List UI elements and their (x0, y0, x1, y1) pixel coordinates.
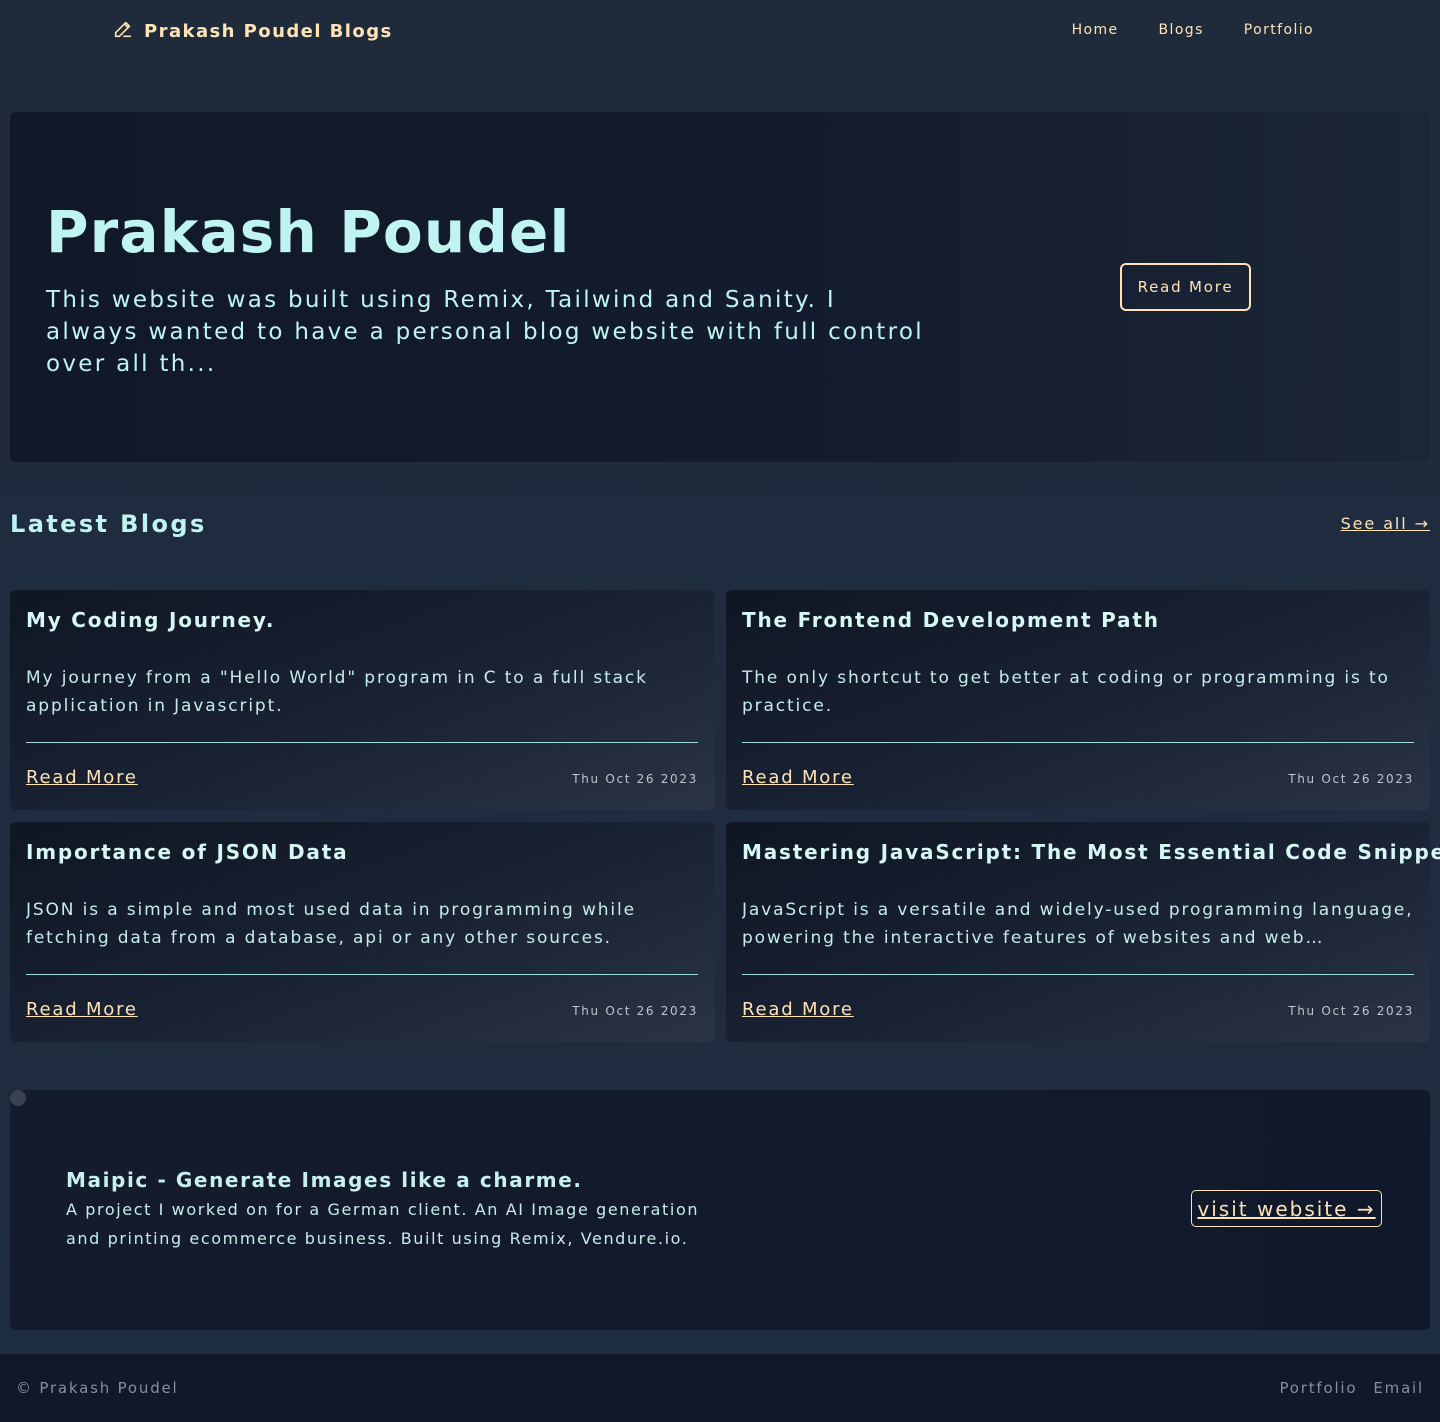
project-title: Maipic - Generate Images like a charme. (66, 1168, 583, 1192)
blog-card[interactable]: Importance of JSON Data JSON is a simple… (10, 822, 714, 1042)
brand-name: Prakash Poudel Blogs (144, 21, 393, 42)
broken-image-icon (10, 1090, 26, 1106)
blog-card-date: Thu Oct 26 2023 (1288, 1004, 1414, 1018)
visit-website-button[interactable]: visit website → (1191, 1190, 1382, 1227)
top-navbar: Prakash Poudel Blogs Home Blogs Portfoli… (0, 0, 1440, 64)
footer-links: Portfolio Email (1279, 1379, 1424, 1397)
footer: © Prakash Poudel Portfolio Email (0, 1354, 1440, 1422)
hero-description: This website was built using Remix, Tail… (46, 287, 924, 377)
blog-card-divider (742, 974, 1414, 975)
blog-card-title: Importance of JSON Data (26, 840, 349, 864)
hero-banner: Prakash Poudel This website was built us… (10, 112, 1430, 462)
blog-card[interactable]: My Coding Journey. My journey from a "He… (10, 590, 714, 810)
footer-link-email[interactable]: Email (1373, 1379, 1424, 1397)
blog-card[interactable]: Mastering JavaScript: The Most Essential… (726, 822, 1440, 1042)
pencil-icon (112, 18, 134, 45)
blog-card-excerpt: JavaScript is a versatile and widely-use… (742, 900, 1414, 948)
footer-link-portfolio[interactable]: Portfolio (1279, 1379, 1357, 1397)
blog-card-date: Thu Oct 26 2023 (1288, 772, 1414, 786)
blog-card-excerpt: My journey from a "Hello World" program … (26, 668, 648, 716)
project-card: Maipic - Generate Images like a charme. … (10, 1090, 1430, 1330)
footer-copyright: © Prakash Poudel (16, 1379, 179, 1397)
project-description: A project I worked on for a German clien… (66, 1200, 700, 1248)
blog-card-date: Thu Oct 26 2023 (572, 772, 698, 786)
hero-title: Prakash Poudel (46, 198, 571, 266)
blog-card-excerpt: JSON is a simple and most used data in p… (26, 900, 636, 948)
blog-card-read-more-link[interactable]: Read More (26, 999, 138, 1020)
blog-card-read-more-link[interactable]: Read More (742, 999, 854, 1020)
nav-link-blogs[interactable]: Blogs (1159, 22, 1204, 38)
blog-card-title: The Frontend Development Path (742, 608, 1160, 632)
blog-card-read-more-link[interactable]: Read More (742, 767, 854, 788)
latest-blogs-heading: Latest Blogs (10, 510, 207, 538)
blog-card-read-more-link[interactable]: Read More (26, 767, 138, 788)
blog-card-divider (26, 742, 698, 743)
blog-card[interactable]: The Frontend Development Path The only s… (726, 590, 1430, 810)
blog-card-title: My Coding Journey. (26, 608, 276, 632)
blog-card-title: Mastering JavaScript: The Most Essential… (742, 840, 1440, 864)
brand-link[interactable]: Prakash Poudel Blogs (112, 18, 393, 45)
blog-card-divider (26, 974, 698, 975)
nav-link-home[interactable]: Home (1072, 22, 1119, 38)
nav-links: Home Blogs Portfolio (1072, 22, 1314, 38)
hero-read-more-button[interactable]: Read More (1120, 263, 1251, 311)
page: Prakash Poudel Blogs Home Blogs Portfoli… (0, 0, 1440, 1422)
blog-card-date: Thu Oct 26 2023 (572, 1004, 698, 1018)
nav-link-portfolio[interactable]: Portfolio (1244, 22, 1314, 38)
blog-card-excerpt: The only shortcut to get better at codin… (742, 668, 1390, 716)
see-all-link[interactable]: See all → (1341, 514, 1430, 533)
blog-card-divider (742, 742, 1414, 743)
